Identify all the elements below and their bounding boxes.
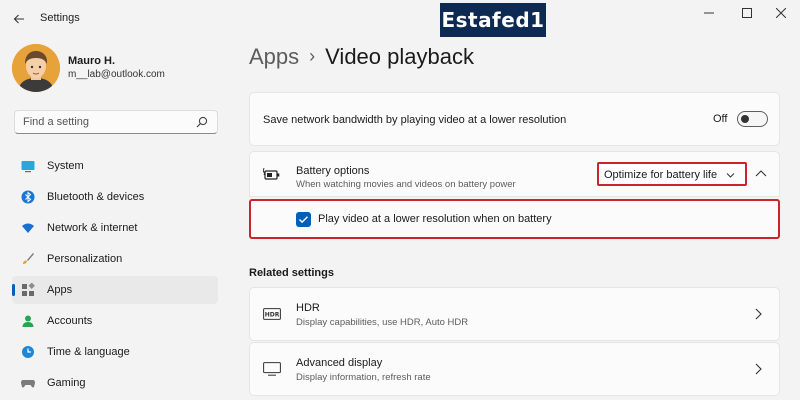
wifi-icon <box>22 223 34 233</box>
apps-icon <box>22 283 35 296</box>
chevron-right-icon <box>755 363 762 375</box>
related-item-hdr[interactable]: HDR HDR Display capabilities, use HDR, A… <box>249 287 780 341</box>
sidebar-item-label: System <box>47 160 84 172</box>
related-item-subtitle: Display capabilities, use HDR, Auto HDR <box>296 317 469 328</box>
back-arrow-icon <box>13 14 24 24</box>
minimize-icon <box>704 12 714 14</box>
gamepad-icon <box>21 380 35 388</box>
sidebar-item-time-language[interactable]: Time & language <box>12 338 218 366</box>
sidebar-item-label: Apps <box>47 284 73 296</box>
chevron-up-icon[interactable] <box>755 169 767 177</box>
sidebar-item-gaming[interactable]: Gaming <box>12 369 218 397</box>
page-title: Video playback <box>325 44 474 69</box>
checkmark-icon <box>299 216 308 224</box>
sidebar-item-apps[interactable]: Apps <box>12 276 218 304</box>
search-placeholder: Find a setting <box>23 116 90 128</box>
close-button[interactable] <box>766 4 796 22</box>
sidebar: Mauro H. m__lab@outlook.com Find a setti… <box>0 38 230 400</box>
bandwidth-label: Save network bandwidth by playing video … <box>263 114 567 126</box>
user-avatar-icon <box>12 44 60 92</box>
active-indicator <box>12 284 15 296</box>
bandwidth-toggle-state: Off <box>713 113 728 125</box>
sidebar-item-label: Time & language <box>47 346 130 358</box>
bluetooth-icon <box>21 190 35 204</box>
maximize-button[interactable] <box>732 4 762 22</box>
svg-text:HDR: HDR <box>265 311 280 318</box>
related-item-advanced-display[interactable]: Advanced display Display information, re… <box>249 342 780 396</box>
search-icon <box>196 116 208 128</box>
monitor-icon <box>263 362 281 376</box>
related-item-subtitle: Display information, refresh rate <box>296 372 431 383</box>
close-icon <box>775 7 787 19</box>
related-item-title: Advanced display <box>296 357 383 369</box>
brush-icon <box>23 253 34 264</box>
sidebar-item-network[interactable]: Network & internet <box>12 214 218 242</box>
sidebar-item-label: Bluetooth & devices <box>47 191 145 203</box>
lowres-battery-row: Play video at a lower resolution when on… <box>249 199 780 239</box>
minimize-button[interactable] <box>694 4 724 22</box>
sidebar-item-personalization[interactable]: Personalization <box>12 245 218 273</box>
watermark-logo: Estafed1 <box>440 3 546 37</box>
related-item-title: HDR <box>296 302 320 314</box>
sidebar-item-bluetooth[interactable]: Bluetooth & devices <box>12 183 218 211</box>
battery-options-title: Battery options <box>296 165 370 177</box>
battery-options-card: Battery options When watching movies and… <box>249 151 780 197</box>
user-name: Mauro H. <box>68 55 116 67</box>
breadcrumb-parent[interactable]: Apps <box>249 44 299 69</box>
chevron-down-icon <box>726 173 735 178</box>
related-settings-heading: Related settings <box>249 267 334 279</box>
search-input[interactable]: Find a setting <box>14 110 218 134</box>
battery-options-subtitle: When watching movies and videos on batte… <box>296 179 516 190</box>
battery-mode-dropdown[interactable]: Optimize for battery life <box>597 162 747 186</box>
window-title: Settings <box>40 12 80 24</box>
maximize-icon <box>742 8 752 18</box>
person-icon <box>22 315 34 327</box>
lowres-battery-checkbox[interactable] <box>296 212 311 227</box>
avatar[interactable] <box>12 44 60 92</box>
chevron-right-icon <box>755 308 762 320</box>
lowres-battery-label: Play video at a lower resolution when on… <box>318 213 552 225</box>
sidebar-item-system[interactable]: System <box>12 152 218 180</box>
bandwidth-toggle[interactable] <box>737 111 768 127</box>
sidebar-item-label: Network & internet <box>47 222 138 234</box>
battery-mode-value: Optimize for battery life <box>604 169 718 181</box>
breadcrumb: Apps › Video playback <box>249 44 474 70</box>
hdr-icon: HDR <box>263 308 281 320</box>
breadcrumb-separator: › <box>309 46 316 66</box>
globe-clock-icon <box>22 346 34 358</box>
back-button[interactable] <box>8 8 30 30</box>
title-bar: Settings Estafed1 <box>0 0 800 38</box>
sidebar-item-accounts[interactable]: Accounts <box>12 307 218 335</box>
user-email: m__lab@outlook.com <box>68 69 165 80</box>
sidebar-item-label: Personalization <box>47 253 123 265</box>
battery-charging-icon <box>263 168 280 180</box>
sidebar-item-label: Gaming <box>47 377 86 389</box>
bandwidth-setting-card: Save network bandwidth by playing video … <box>249 92 780 146</box>
toggle-knob <box>741 115 749 123</box>
system-icon <box>21 161 35 173</box>
sidebar-item-label: Accounts <box>47 315 93 327</box>
